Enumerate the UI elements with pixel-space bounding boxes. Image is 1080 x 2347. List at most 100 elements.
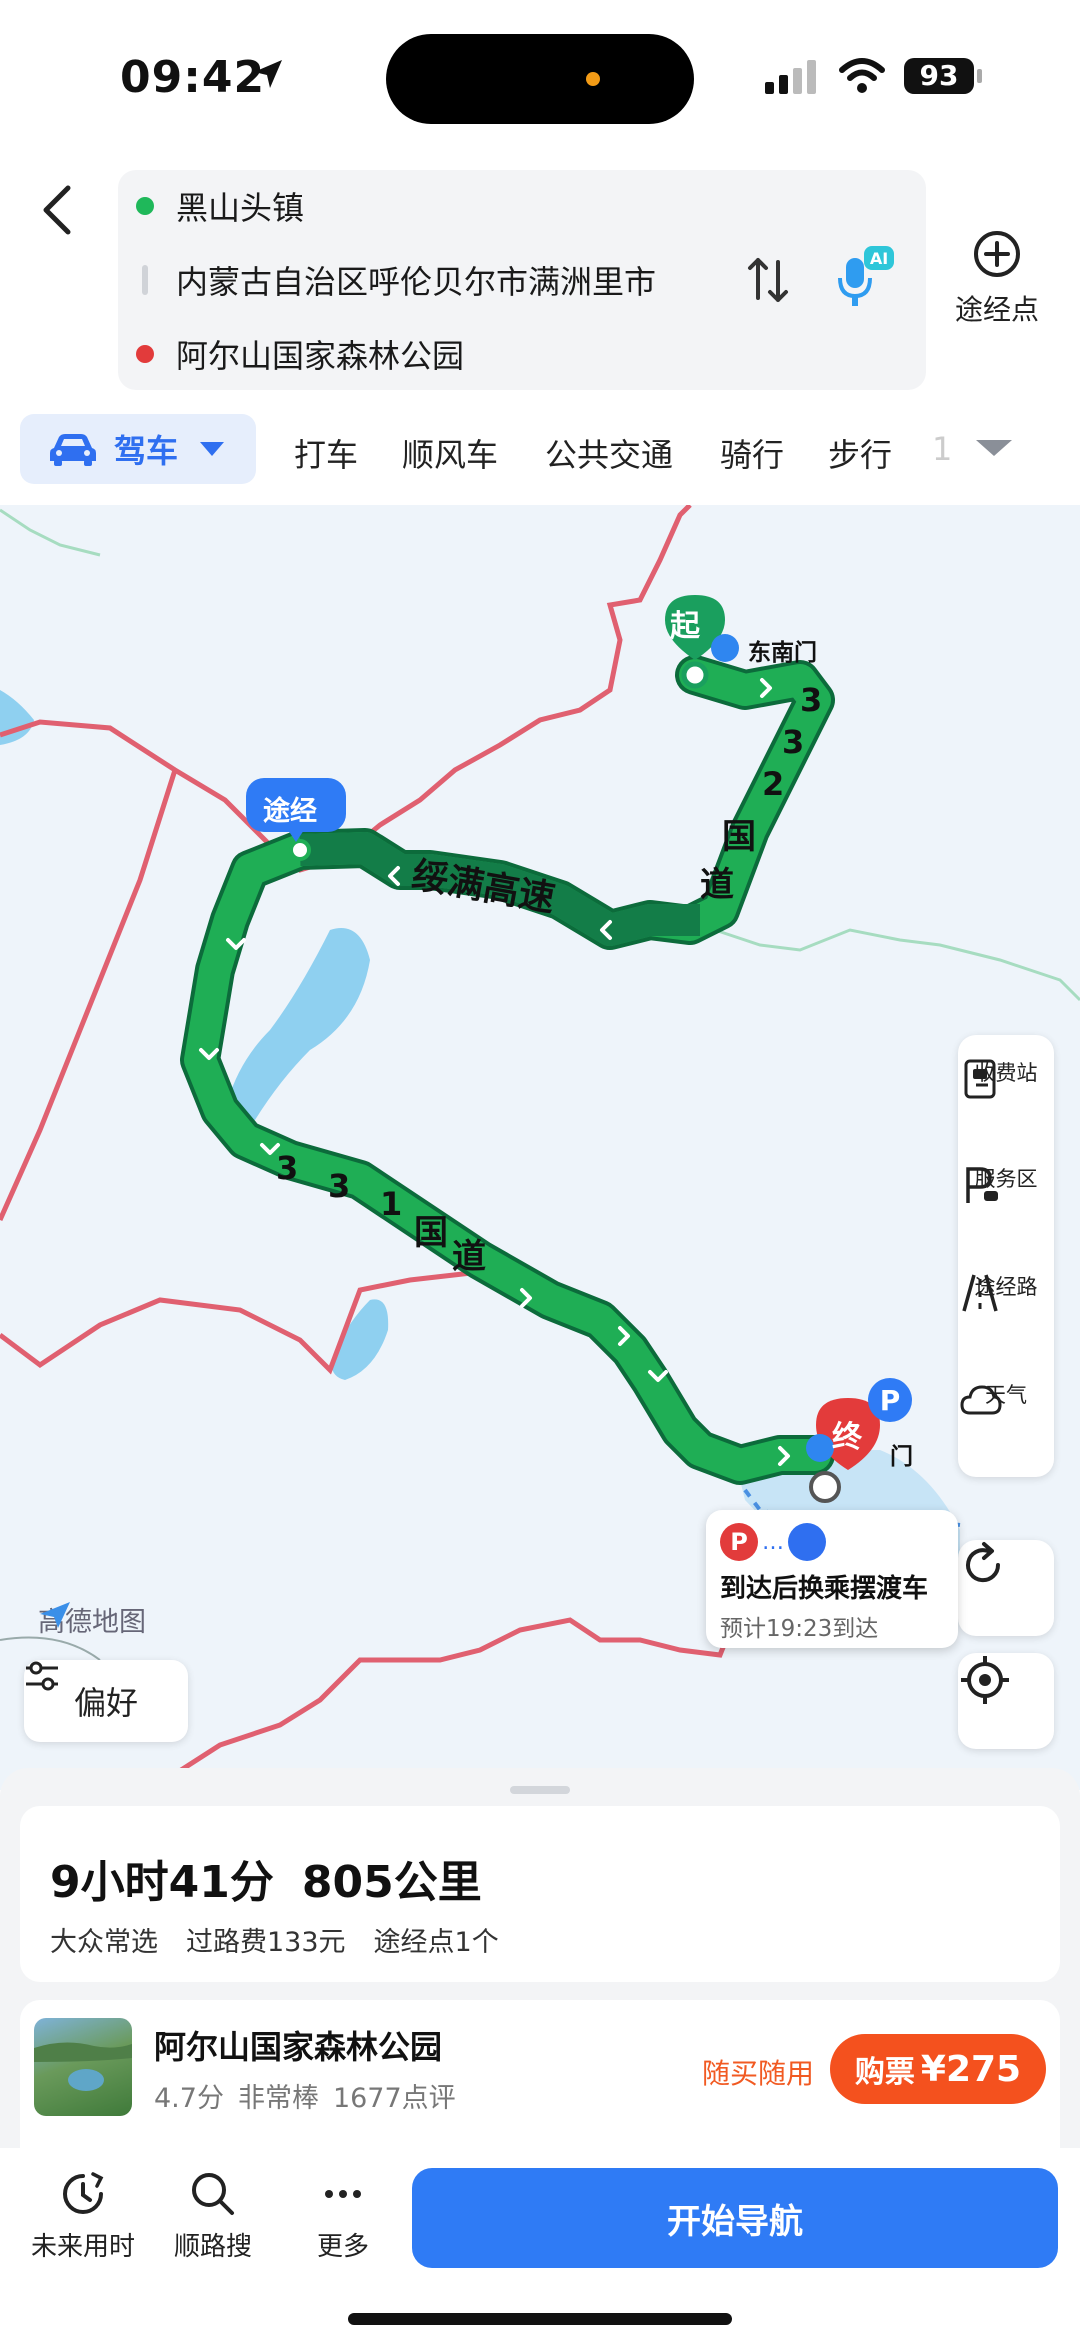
route-tag: 大众常选 bbox=[50, 1927, 158, 1958]
origin-field[interactable]: 黑山头镇 bbox=[136, 176, 304, 236]
ticket-price: ¥275 bbox=[920, 2048, 1022, 2090]
add-waypoint-button[interactable]: 途经点 bbox=[952, 228, 1042, 328]
more-modes-icon[interactable] bbox=[976, 440, 1012, 456]
via-field[interactable]: 内蒙古自治区呼伦贝尔市满洲里市 bbox=[136, 250, 656, 310]
parking-badge-icon: P bbox=[720, 1523, 758, 1561]
location-arrow-icon bbox=[254, 60, 282, 88]
poi-card[interactable]: 阿尔山国家森林公园 4.7分 非常棒 1677点评 随买随用 购票 ¥275 bbox=[20, 2000, 1060, 2148]
ai-voice-icon[interactable]: AI bbox=[830, 242, 900, 312]
road-label-332-c: 2 bbox=[762, 765, 785, 803]
border-west bbox=[0, 769, 178, 1222]
poi-rating: 4.7分 bbox=[154, 2083, 224, 2114]
via-marker-label: 途经 bbox=[263, 796, 317, 827]
poi-tag: 随买随用 bbox=[702, 2057, 815, 2090]
dynamic-island bbox=[386, 34, 694, 124]
chevron-down-icon bbox=[200, 442, 225, 456]
poi-reviews: 1677点评 bbox=[332, 2083, 456, 2114]
road-label-332-a: 3 bbox=[800, 681, 823, 719]
gate-icon bbox=[711, 634, 739, 662]
toll-station-icon bbox=[964, 1059, 996, 1099]
road-label-332-e: 道 bbox=[700, 865, 734, 905]
destination-dot-icon bbox=[136, 345, 154, 363]
sliders-icon bbox=[26, 1661, 58, 1691]
shuttle-bus-icon bbox=[788, 1523, 826, 1561]
car-icon bbox=[50, 434, 96, 466]
toll-station-tool[interactable]: 收费站 bbox=[958, 1057, 1054, 1099]
future-time-button[interactable]: 未来用时 bbox=[18, 2168, 148, 2263]
route-summary-card[interactable]: 9小时41分 805公里 大众常选 过路费133元 途经点1个 bbox=[20, 1806, 1060, 1982]
route-toll: 过路费133元 bbox=[186, 1927, 346, 1958]
preference-button[interactable]: 偏好 bbox=[24, 1660, 188, 1742]
cloud-icon bbox=[960, 1385, 1002, 1415]
start-navigation-button[interactable]: 开始导航 bbox=[412, 2168, 1058, 2268]
preference-label: 偏好 bbox=[73, 1684, 138, 1722]
destination-text: 阿尔山国家森林公园 bbox=[176, 337, 465, 375]
route-input-box: 黑山头镇 内蒙古自治区呼伦贝尔市满洲里市 阿尔山国家森林公园 AI bbox=[118, 170, 926, 390]
via-point bbox=[289, 839, 311, 861]
gate-label-2: 门 bbox=[890, 1444, 913, 1470]
callout-dots: … bbox=[762, 1529, 784, 1555]
locate-icon bbox=[961, 1656, 1009, 1704]
tab-taxi[interactable]: 打车 bbox=[294, 430, 358, 476]
tab-transit[interactable]: 公共交通 bbox=[545, 430, 673, 476]
road-label-331-e: 道 bbox=[452, 1237, 486, 1277]
amap-logo: 高德地图 bbox=[38, 1600, 146, 1639]
callout-title: 到达后换乘摆渡车 bbox=[720, 1574, 929, 1604]
refresh-button[interactable] bbox=[958, 1540, 1054, 1636]
buy-ticket-button[interactable]: 购票 ¥275 bbox=[830, 2034, 1046, 2104]
more-dots-icon bbox=[325, 2190, 361, 2198]
route-sheet: 9小时41分 805公里 大众常选 过路费133元 途经点1个 阿尔山国家森林公园 4… bbox=[0, 1768, 1080, 2148]
route-summary: 9小时41分 805公里 bbox=[50, 1846, 510, 1910]
sheet-grabber[interactable] bbox=[510, 1786, 570, 1794]
add-circle-icon bbox=[974, 231, 1020, 277]
river-east bbox=[699, 923, 1080, 1002]
tab-carpool[interactable]: 顺风车 bbox=[402, 430, 498, 476]
contour-line bbox=[0, 1636, 101, 1661]
road-icon bbox=[962, 1274, 998, 1312]
destination-field[interactable]: 阿尔山国家森林公园 bbox=[136, 324, 464, 384]
road-label-331-b: 3 bbox=[328, 1167, 351, 1205]
status-time: 09:42 bbox=[120, 52, 266, 103]
future-time-label: 未来用时 bbox=[30, 2232, 135, 2262]
battery-indicator: 93 bbox=[904, 58, 974, 94]
road-label-331-d: 国 bbox=[414, 1213, 448, 1253]
wifi-icon bbox=[839, 58, 885, 93]
callout-icons: P … bbox=[720, 1522, 944, 1562]
poi-thumbnail bbox=[34, 2018, 132, 2116]
origin-text: 黑山头镇 bbox=[176, 189, 305, 227]
border-south bbox=[148, 1617, 733, 1790]
search-along-button[interactable]: 顺路搜 bbox=[148, 2168, 278, 2263]
buy-label: 购票 bbox=[854, 2055, 915, 2090]
tab-driving-label: 驾车 bbox=[114, 432, 179, 470]
more-button[interactable]: 更多 bbox=[278, 2168, 408, 2263]
road-label-331-a: 3 bbox=[276, 1149, 299, 1187]
tab-cycling[interactable]: 骑行 bbox=[720, 430, 784, 476]
via-road-tool[interactable]: 途经路 bbox=[958, 1271, 1054, 1312]
service-area-tool[interactable]: 服务区 bbox=[958, 1163, 1054, 1203]
clock-icon bbox=[63, 2172, 104, 2214]
route-distance: 805公里 bbox=[301, 1857, 482, 1908]
tab-walking[interactable]: 步行 bbox=[828, 430, 892, 476]
weather-tool[interactable]: 天气 bbox=[958, 1379, 1054, 1415]
tab-overflow-hint: 1 bbox=[932, 430, 953, 468]
lake-left bbox=[0, 690, 34, 745]
shuttle-callout[interactable]: P … 到达后换乘摆渡车 预计19:23到达 bbox=[706, 1510, 958, 1648]
island-indicator bbox=[586, 72, 600, 86]
cellular-signal-icon bbox=[765, 60, 816, 94]
tab-driving[interactable]: 驾车 bbox=[20, 414, 256, 484]
start-point bbox=[681, 661, 709, 689]
road-label-331-c: 1 bbox=[380, 1185, 403, 1223]
map-tool-panel: 收费站 服务区 途经路 天气 bbox=[958, 1035, 1054, 1477]
locate-button[interactable] bbox=[958, 1653, 1054, 1749]
waypoint-label: 途经点 bbox=[954, 293, 1039, 326]
route-waypoints: 途经点1个 bbox=[373, 1927, 499, 1958]
map-view[interactable]: P 起 东南门 途经 终 门 绥满高速 3 3 2 国 道 3 3 1 国 道 … bbox=[0, 505, 1080, 1790]
poi-meta: 4.7分 非常棒 1677点评 bbox=[154, 2076, 470, 2115]
more-label: 更多 bbox=[316, 2232, 369, 2262]
poi-rating-text: 非常棒 bbox=[237, 2083, 319, 2114]
gate-label-1: 东南门 bbox=[748, 640, 817, 666]
river-north bbox=[0, 508, 101, 557]
back-button[interactable] bbox=[28, 170, 88, 250]
swap-icon[interactable] bbox=[738, 250, 798, 310]
callout-eta: 预计19:23到达 bbox=[720, 1616, 879, 1642]
